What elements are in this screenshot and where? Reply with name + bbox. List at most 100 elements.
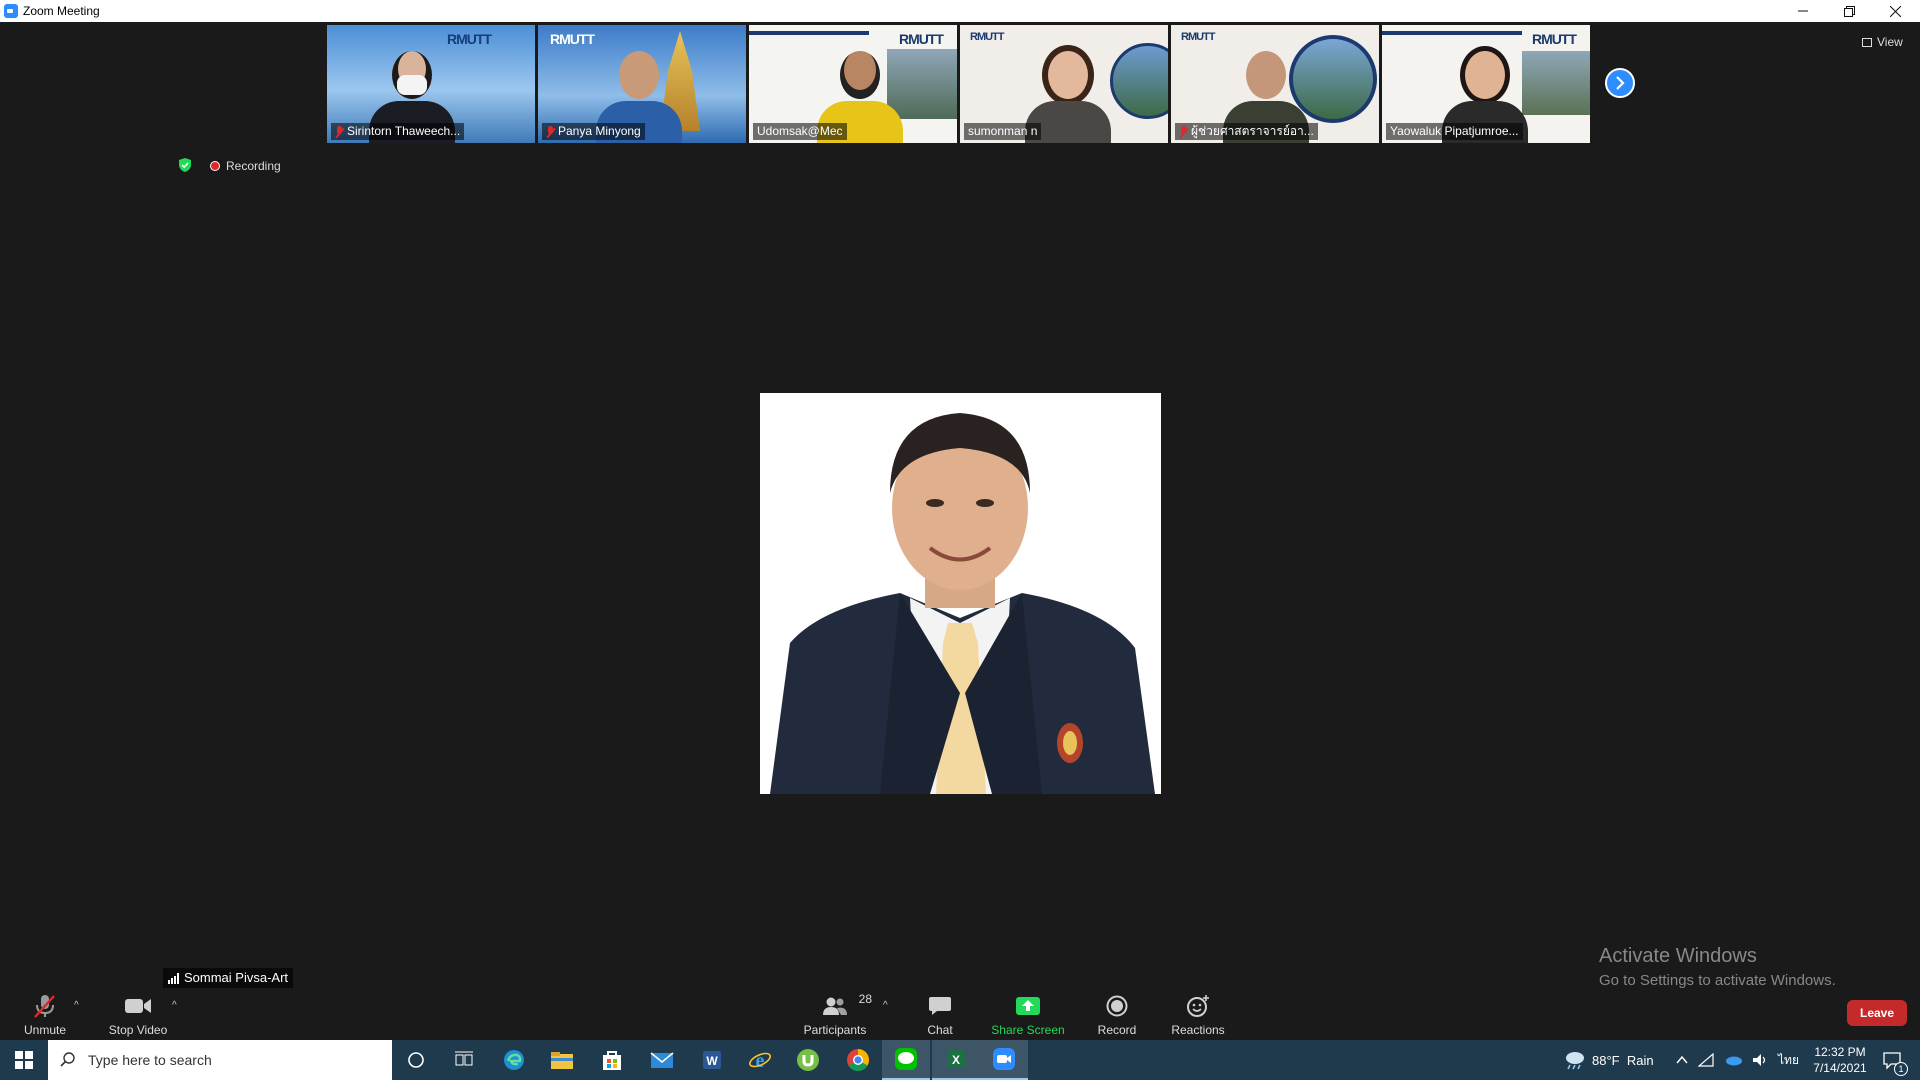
close-button[interactable] <box>1872 0 1918 22</box>
audio-options-caret[interactable]: ^ <box>74 1000 79 1011</box>
participant-name: Sirintorn Thaweech... <box>347 124 461 138</box>
taskbar-mail[interactable] <box>638 1040 686 1080</box>
participants-label: Participants <box>803 1023 867 1037</box>
view-button[interactable]: View <box>1862 35 1903 49</box>
participant-logo: RMUTT <box>1532 31 1577 47</box>
tray-chevron-up-icon[interactable] <box>1676 1055 1688 1065</box>
encryption-shield-icon[interactable] <box>178 158 192 172</box>
muted-microphone-icon <box>34 995 55 1018</box>
chevron-right-icon <box>1616 76 1625 90</box>
line-messenger-icon <box>895 1048 917 1070</box>
taskbar-chrome[interactable] <box>834 1040 882 1080</box>
action-center-button[interactable]: 1 <box>1882 1040 1908 1080</box>
unmute-button[interactable]: Unmute <box>20 992 70 1037</box>
participants-count: 28 <box>858 992 872 1006</box>
video-camera-icon <box>125 999 151 1013</box>
participant-thumbnail[interactable]: RMUTT sumonman n <box>960 25 1168 143</box>
onedrive-cloud-icon[interactable] <box>1724 1054 1742 1066</box>
restore-icon <box>1843 5 1855 17</box>
notification-count: 1 <box>1894 1062 1908 1076</box>
unmute-label: Unmute <box>23 1023 67 1037</box>
taskbar-line[interactable] <box>882 1040 930 1080</box>
weather-text: 88°F Rain <box>1592 1052 1654 1068</box>
system-tray-icons: ไทย <box>1676 1040 1799 1080</box>
participants-button[interactable]: 28 Participants <box>800 992 872 1037</box>
taskbar-word[interactable]: W <box>688 1040 736 1080</box>
internet-explorer-icon: e <box>749 1050 771 1072</box>
participant-logo: RMUTT <box>447 31 492 47</box>
watermark-title: Activate Windows <box>1599 945 1757 967</box>
utorrent-icon <box>797 1049 819 1071</box>
taskbar-search-box[interactable]: Type here to search <box>48 1040 392 1080</box>
participant-thumbnail[interactable]: RMUTT Sirintorn Thaweech... <box>327 25 535 143</box>
participants-options-caret[interactable]: ^ <box>883 1000 888 1011</box>
minimize-button[interactable] <box>1780 0 1826 22</box>
participants-icon <box>823 997 847 1015</box>
store-bag-icon <box>603 1051 621 1070</box>
taskbar-clock[interactable]: 12:32 PM 7/14/2021 <box>1800 1044 1880 1076</box>
reactions-button[interactable]: Reactions <box>1170 992 1226 1037</box>
svg-text:X: X <box>952 1053 960 1067</box>
participant-name-tag: Yaowaluk Pipatjumroe... <box>1386 123 1523 140</box>
view-label: View <box>1877 35 1903 49</box>
restore-button[interactable] <box>1826 0 1872 22</box>
recording-indicator[interactable]: Recording <box>210 159 281 173</box>
reaction-smiley-icon <box>1187 995 1209 1017</box>
taskbar-store[interactable] <box>588 1040 636 1080</box>
participant-name-tag: Sirintorn Thaweech... <box>331 123 465 140</box>
muted-mic-icon <box>1179 125 1188 138</box>
participant-logo: RMUTT <box>899 31 944 47</box>
grid-view-icon <box>1862 37 1872 47</box>
share-screen-button[interactable]: Share Screen <box>990 992 1066 1037</box>
close-icon <box>1889 5 1901 17</box>
participant-name-tag: sumonman n <box>964 123 1042 140</box>
chat-button[interactable]: Chat <box>920 992 960 1037</box>
search-placeholder: Type here to search <box>88 1052 212 1068</box>
participant-thumbnail[interactable]: RMUTT Panya Minyong <box>538 25 746 143</box>
next-page-button[interactable] <box>1605 68 1635 98</box>
taskbar-excel[interactable]: X <box>932 1040 980 1080</box>
task-view-icon <box>455 1051 473 1066</box>
record-button[interactable]: Record <box>1095 992 1139 1037</box>
taskbar-utorrent[interactable] <box>784 1040 832 1080</box>
muted-mic-icon <box>335 125 344 138</box>
word-icon: W <box>703 1051 721 1069</box>
folder-icon <box>551 1052 573 1069</box>
participant-name-tag: ผู้ช่วยศาสตราจารย์อา... <box>1175 123 1318 140</box>
svg-text:W: W <box>706 1054 718 1068</box>
participant-thumbnail[interactable]: RMUTT Udomsak@Mec <box>749 25 957 143</box>
participant-logo: RMUTT <box>970 31 1004 43</box>
taskbar-internet-explorer[interactable]: e <box>736 1040 784 1080</box>
task-view-button[interactable] <box>440 1040 488 1080</box>
search-icon <box>60 1052 75 1067</box>
participant-thumbnail[interactable]: RMUTT ผู้ช่วยศาสตราจารย์อา... <box>1171 25 1379 143</box>
participant-logo: RMUTT <box>1181 31 1215 43</box>
clock-time: 12:32 PM <box>1814 1045 1866 1059</box>
weather-widget[interactable]: 88°F Rain <box>1564 1040 1654 1080</box>
chat-label: Chat <box>927 1023 953 1037</box>
leave-meeting-button[interactable]: Leave <box>1847 1000 1907 1026</box>
taskbar-file-explorer[interactable] <box>538 1040 586 1080</box>
network-icon[interactable] <box>1698 1053 1714 1067</box>
record-icon <box>1106 995 1128 1017</box>
active-speaker-video <box>760 393 1161 794</box>
cortana-button[interactable] <box>392 1040 440 1080</box>
recording-label: Recording <box>226 159 281 173</box>
edge-browser-icon <box>504 1050 524 1070</box>
video-options-caret[interactable]: ^ <box>172 1000 177 1011</box>
share-screen-label: Share Screen <box>991 1023 1065 1037</box>
windows-logo-icon <box>15 1051 33 1069</box>
start-button[interactable] <box>0 1040 48 1080</box>
speaker-volume-icon[interactable] <box>1752 1053 1768 1067</box>
share-screen-icon <box>1016 997 1040 1015</box>
input-language[interactable]: ไทย <box>1778 1051 1799 1070</box>
excel-icon: X <box>947 1050 965 1068</box>
participant-name: ผู้ช่วยศาสตราจารย์อา... <box>1191 124 1314 138</box>
stop-video-button[interactable]: Stop Video <box>106 992 170 1037</box>
participant-thumbnail[interactable]: RMUTT Yaowaluk Pipatjumroe... <box>1382 25 1590 143</box>
taskbar-zoom[interactable] <box>980 1040 1028 1080</box>
recording-dot-icon <box>210 161 220 171</box>
participant-logo: RMUTT <box>550 31 595 47</box>
taskbar-edge[interactable] <box>490 1040 538 1080</box>
chrome-browser-icon <box>847 1049 869 1071</box>
